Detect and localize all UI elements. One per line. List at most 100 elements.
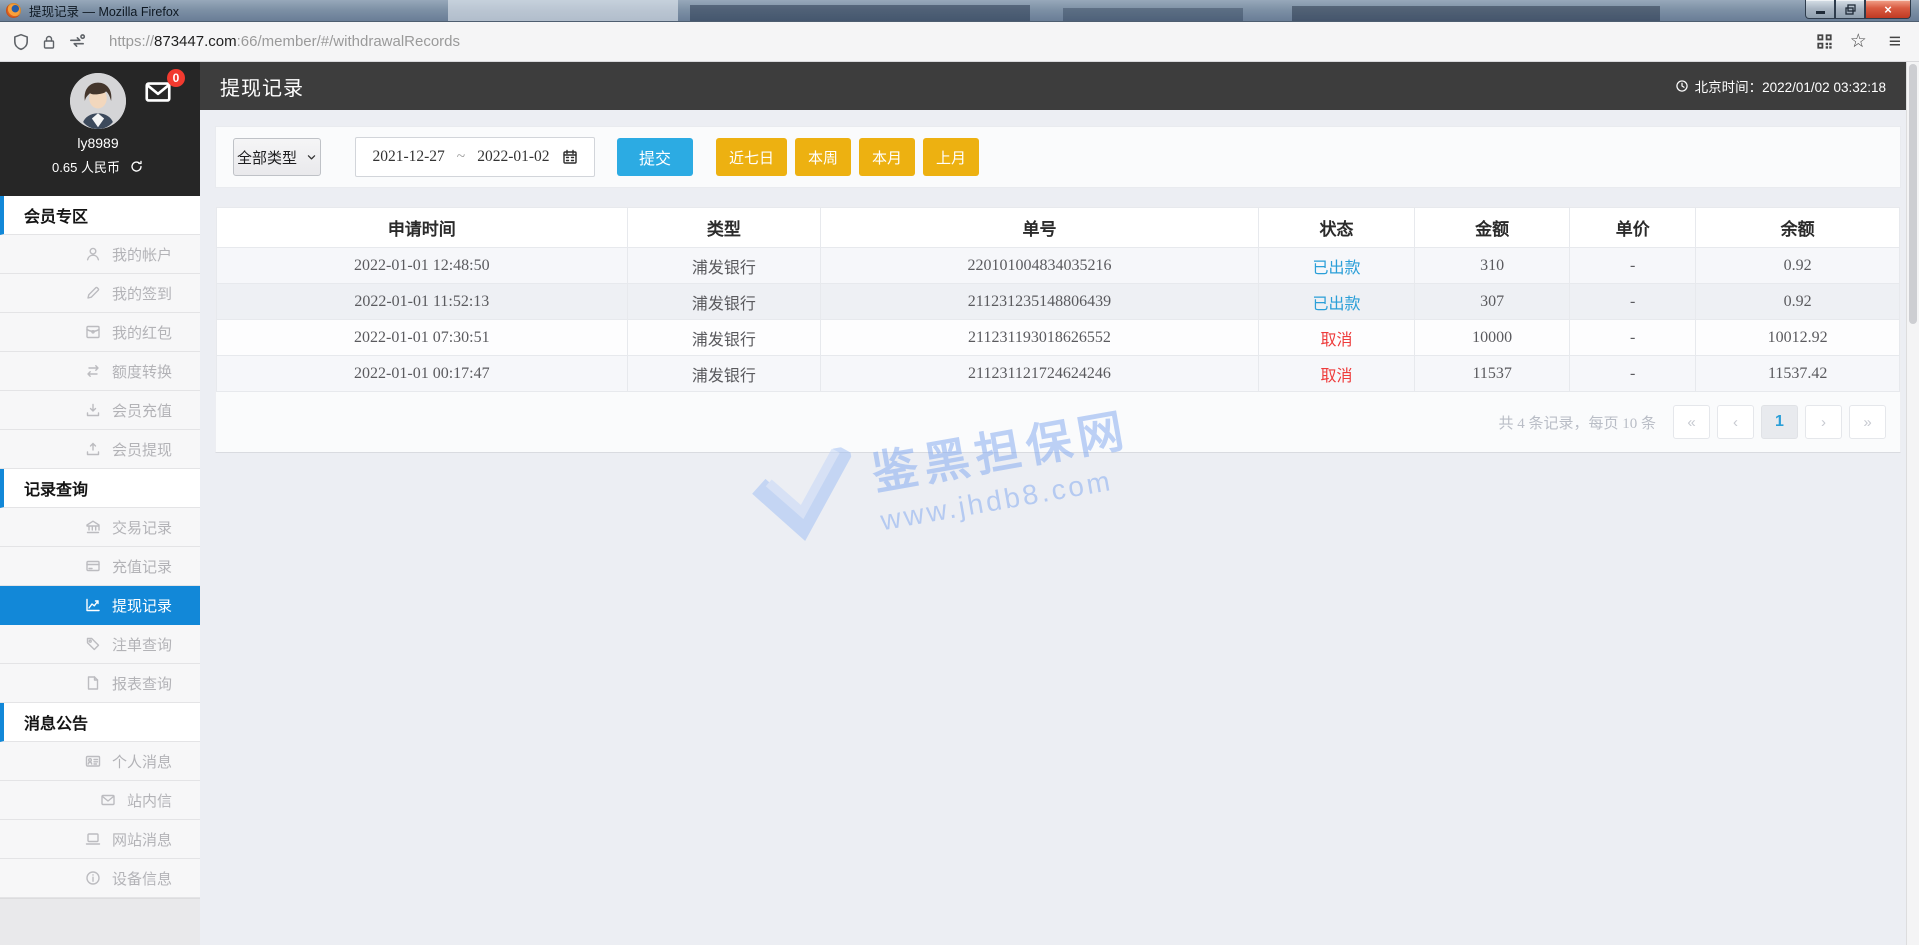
titlebar-glass-patch xyxy=(1292,6,1660,21)
cell-balance: 0.92 xyxy=(1695,247,1900,284)
sidebar-item-会员充值[interactable]: 会员充值 xyxy=(0,391,200,430)
cell-order_no: 211231121724624246 xyxy=(820,355,1259,392)
url-domain: 873447.com xyxy=(154,33,237,50)
redpacket-icon xyxy=(85,324,101,340)
submit-button[interactable]: 提交 xyxy=(617,138,693,176)
watermark-logo-icon xyxy=(752,445,853,541)
sidebar-item-报表查询[interactable]: 报表查询 xyxy=(0,664,200,703)
firefox-icon xyxy=(6,3,21,18)
column-header-单价: 单价 xyxy=(1569,207,1697,248)
cell-status: 取消 xyxy=(1257,319,1416,356)
withdrawal-records-table: 申请时间 类型 单号 状态 金额 单价 余额 2022-01-01 12:48:50 浦发银行… xyxy=(216,207,1900,392)
titlebar-glass-patch xyxy=(448,0,678,21)
page-title: 提现记录 xyxy=(220,77,304,100)
pager-first-button[interactable]: « xyxy=(1673,405,1710,439)
cell-amount: 10000 xyxy=(1414,319,1571,356)
sidebar-item-我的红包[interactable]: 我的红包 xyxy=(0,313,200,352)
sidebar-nav: 会员专区 我的帐户 我的签到 我的红包 额度转换 会员充值 会员提现 记录查询 交易记录 充值记录… xyxy=(0,196,200,898)
sidebar-item-额度转换[interactable]: 额度转换 xyxy=(0,352,200,391)
scrollbar-thumb[interactable] xyxy=(1909,64,1917,324)
mail-badge: 0 xyxy=(167,69,185,87)
sidebar-item-label: 站内信 xyxy=(126,792,172,810)
sidebar-item-label: 网站消息 xyxy=(111,831,172,849)
sidebar-item-会员提现[interactable]: 会员提现 xyxy=(0,430,200,469)
status-badge: 取消 xyxy=(1320,331,1353,349)
status-badge: 已出款 xyxy=(1312,295,1361,313)
sidebar-item-网站消息[interactable]: 网站消息 xyxy=(0,820,200,859)
monitor-icon xyxy=(85,831,101,847)
table-row: 2022-01-01 07:30:51 浦发银行 21123119301862655… xyxy=(216,319,1900,356)
column-header-余额: 余额 xyxy=(1695,207,1900,248)
quick-button-上月[interactable]: 上月 xyxy=(923,138,980,176)
sidebar-item-交易记录[interactable]: 交易记录 xyxy=(0,508,200,547)
date-to[interactable]: 2022-01-02 xyxy=(477,148,549,166)
info-icon xyxy=(85,870,101,886)
sidebar-section-header: 消息公告 xyxy=(0,703,200,742)
qr-code-icon[interactable] xyxy=(1815,32,1834,51)
cell-type: 浦发银行 xyxy=(626,319,822,356)
cell-balance: 0.92 xyxy=(1695,283,1900,320)
scrollbar-track xyxy=(1906,62,1919,945)
user-block: 0 ly8989 0.65 人民币 xyxy=(0,62,200,196)
sidebar-item-设备信息[interactable]: 设备信息 xyxy=(0,859,200,898)
cell-time: 2022-01-01 12:48:50 xyxy=(216,247,628,284)
cell-time: 2022-01-01 11:52:13 xyxy=(216,283,628,320)
quick-button-本月[interactable]: 本月 xyxy=(859,138,916,176)
cell-type: 浦发银行 xyxy=(626,355,822,392)
sidebar-item-站内信[interactable]: 站内信 xyxy=(0,781,200,820)
sidebar-filler xyxy=(0,898,200,945)
balance: 0.65 人民币 xyxy=(52,160,120,175)
table-row: 2022-01-01 11:52:13 浦发银行 21123123514880643… xyxy=(216,283,1900,320)
shield-icon[interactable] xyxy=(12,33,30,51)
refresh-icon[interactable] xyxy=(129,159,144,174)
pager-next-button[interactable]: › xyxy=(1805,405,1842,439)
mail-icon xyxy=(100,792,116,808)
quick-button-近七日[interactable]: 近七日 xyxy=(716,138,788,176)
watermark-url: www.jhdb8.com xyxy=(878,464,1116,537)
calendar-icon[interactable] xyxy=(562,149,578,165)
url-input[interactable]: https://873447.com:66/member/#/withdrawa… xyxy=(109,33,1804,50)
cell-unit_price: - xyxy=(1569,247,1697,284)
tags-icon xyxy=(85,636,101,652)
sidebar-item-提现记录[interactable]: 提现记录 xyxy=(0,586,200,625)
cell-type: 浦发银行 xyxy=(626,247,822,284)
restore-button[interactable] xyxy=(1835,0,1865,19)
hamburger-menu-icon[interactable]: ≡ xyxy=(1889,31,1901,52)
type-select[interactable]: 全部类型 xyxy=(233,138,321,176)
cell-order_no: 211231235148806439 xyxy=(820,283,1259,320)
avatar xyxy=(70,73,126,129)
pager-page-1-button[interactable]: 1 xyxy=(1761,405,1798,439)
sidebar-item-个人消息[interactable]: 个人消息 xyxy=(0,742,200,781)
sidebar-section-header: 会员专区 xyxy=(0,196,200,235)
column-header-申请时间: 申请时间 xyxy=(216,207,628,248)
bookmark-star-icon[interactable]: ☆ xyxy=(1850,32,1867,51)
titlebar-glass-patch xyxy=(690,5,1030,21)
deposit-icon xyxy=(85,402,101,418)
sidebar-item-我的签到[interactable]: 我的签到 xyxy=(0,274,200,313)
sidebar-item-label: 会员充值 xyxy=(111,402,172,420)
date-from[interactable]: 2021-12-27 xyxy=(372,148,444,166)
report-icon xyxy=(85,675,101,691)
column-header-类型: 类型 xyxy=(626,207,822,248)
pager-last-button[interactable]: » xyxy=(1849,405,1886,439)
close-button[interactable]: × xyxy=(1865,0,1911,19)
lock-icon[interactable] xyxy=(41,34,57,50)
cell-order_no: 211231193018626552 xyxy=(820,319,1259,356)
minimize-icon xyxy=(1815,11,1825,14)
titlebar-glass-patch xyxy=(1063,8,1243,21)
pager-prev-button[interactable]: ‹ xyxy=(1717,405,1754,439)
cell-unit_price: - xyxy=(1569,319,1697,356)
sidebar-item-充值记录[interactable]: 充值记录 xyxy=(0,547,200,586)
cell-time: 2022-01-01 00:17:47 xyxy=(216,355,628,392)
quick-button-本周[interactable]: 本周 xyxy=(795,138,852,176)
permissions-icon[interactable] xyxy=(68,33,86,51)
cell-unit_price: - xyxy=(1569,283,1697,320)
minimize-button[interactable] xyxy=(1805,0,1835,19)
sidebar-item-注单查询[interactable]: 注单查询 xyxy=(0,625,200,664)
date-range-input[interactable]: 2021-12-27 ~ 2022-01-02 xyxy=(355,137,595,177)
cell-status: 已出款 xyxy=(1257,283,1416,320)
quick-range-buttons: 近七日 本周 本月 上月 xyxy=(716,138,980,176)
cell-balance: 10012.92 xyxy=(1695,319,1900,356)
sidebar-item-label: 交易记录 xyxy=(111,519,172,537)
sidebar-item-我的帐户[interactable]: 我的帐户 xyxy=(0,235,200,274)
